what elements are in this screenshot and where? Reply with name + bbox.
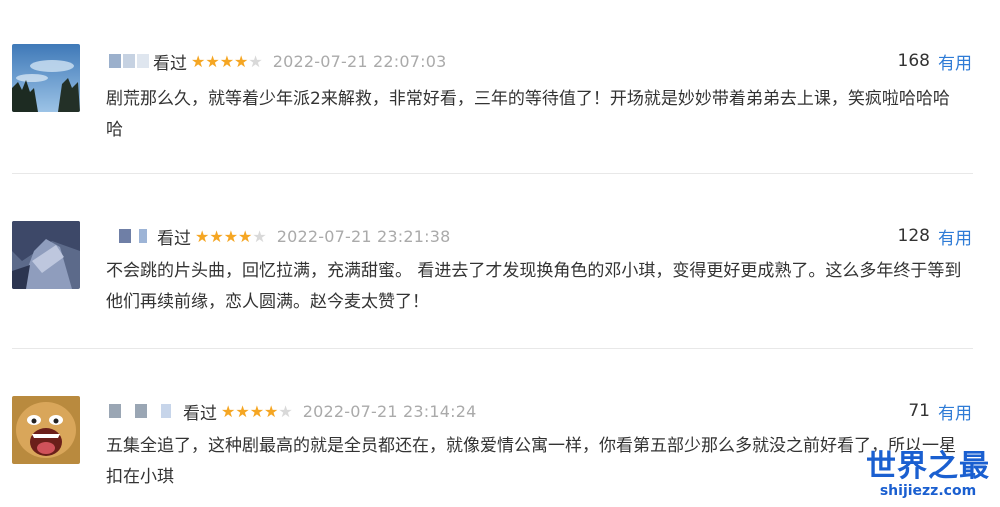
review-text: 剧荒那么久，就等着少年派2来解救，非常好看，三年的等待值了！开场就是妙妙带着弟弟… <box>106 89 950 140</box>
star-icon: ★ <box>209 226 224 246</box>
watched-label: 看过 <box>157 228 191 249</box>
review-meta: 看过 ★★★★★ 2022-07-21 23:21:38 <box>107 223 450 249</box>
star-icon: ★ <box>249 401 265 421</box>
star-icon: ★ <box>195 226 210 246</box>
star-empty-icon: ★ <box>252 226 267 246</box>
star-icon: ★ <box>219 51 235 71</box>
star-icon: ★ <box>234 51 249 71</box>
star-icon: ★ <box>205 51 220 71</box>
vote-area: 71 有用 <box>908 398 972 424</box>
star-empty-icon: ★ <box>278 401 293 421</box>
divider <box>12 173 973 174</box>
review-time: 2022-07-21 22:07:03 <box>272 51 447 71</box>
username[interactable] <box>107 229 151 243</box>
avatar[interactable] <box>12 221 80 289</box>
vote-count: 128 <box>897 226 930 246</box>
vote-area: 128 有用 <box>898 223 972 249</box>
divider <box>12 348 973 349</box>
review-meta: 看过 ★★★★★ 2022-07-21 22:07:03 <box>107 48 446 74</box>
star-icon: ★ <box>238 226 253 246</box>
star-icon: ★ <box>235 401 250 421</box>
watermark-url: shijiezz.com <box>879 483 977 499</box>
useful-button[interactable]: 有用 <box>938 49 972 74</box>
avatar[interactable] <box>12 396 80 464</box>
vote-area: 168 有用 <box>898 48 972 74</box>
watched-label: 看过 <box>153 53 187 74</box>
review-text: 五集全追了，这种剧最高的就是全员都还在，就像爱情公寓一样，你看第五部少那么多就没… <box>106 436 956 487</box>
star-icon: ★ <box>191 51 206 71</box>
star-rating: ★★★★★ <box>195 227 267 246</box>
review-meta: 看过 ★★★★★ 2022-07-21 23:14:24 <box>107 398 476 424</box>
avatar[interactable] <box>12 44 80 112</box>
review-time: 2022-07-21 23:21:38 <box>276 226 451 246</box>
star-rating: ★★★★★ <box>191 52 263 71</box>
useful-button[interactable]: 有用 <box>938 399 972 424</box>
star-icon: ★ <box>264 401 279 421</box>
vote-count: 168 <box>897 51 930 71</box>
watched-label: 看过 <box>183 403 217 424</box>
star-rating: ★★★★★ <box>221 402 293 421</box>
username[interactable] <box>107 54 149 68</box>
useful-button[interactable]: 有用 <box>938 224 972 249</box>
watermark-title: 世界之最 <box>866 449 990 484</box>
star-icon: ★ <box>221 401 236 421</box>
vote-count: 71 <box>908 401 930 421</box>
watermark-logo: 世界之最 shijiezz.com <box>866 441 990 499</box>
review-time: 2022-07-21 23:14:24 <box>302 401 477 421</box>
star-empty-icon: ★ <box>248 51 263 71</box>
review-text: 不会跳的片头曲，回忆拉满，充满甜蜜。 看进去了才发现换角色的邓小琪，变得更好更成… <box>106 261 962 312</box>
username[interactable] <box>107 404 177 418</box>
star-icon: ★ <box>223 226 239 246</box>
